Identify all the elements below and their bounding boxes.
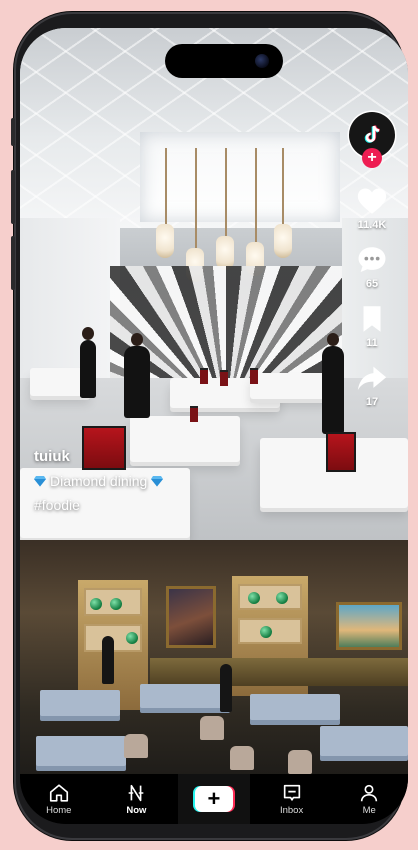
menu-card [190,406,198,422]
hashtag-link[interactable]: #foodie [34,497,163,513]
menu-card [220,370,228,386]
create-button[interactable]: + [192,786,235,812]
dining-table [250,373,330,399]
share-button[interactable]: 17 [355,361,389,408]
heart-icon [357,188,387,214]
like-count: 11.4K [357,219,387,231]
chandelier-wire [225,148,227,248]
comment-bubble-icon [358,247,386,273]
nav-now[interactable]: Now [98,782,176,816]
comment-count: 65 [365,278,379,290]
save-button[interactable]: 11 [355,302,389,349]
dining-table [250,694,340,720]
like-button[interactable]: 11.4K [355,184,389,231]
nav-now-label: Now [126,805,147,816]
comment-button[interactable]: 65 [355,243,389,290]
chandelier-wire [255,148,257,253]
share-count: 17 [365,396,379,408]
landscape-painting [336,602,402,650]
tiktok-note-icon [364,125,381,143]
inbox-icon [283,784,300,801]
front-camera [255,54,269,68]
green-vase [90,598,102,610]
home-icon [49,784,68,802]
waiter-head [327,333,339,346]
phone-screen: + 11.4K 65 11 17 tuiuk Diamond dining #f… [20,28,408,824]
waiter-head [82,327,94,340]
menu-card [200,368,208,384]
creator-username[interactable]: tuiuk [34,448,163,465]
nav-inbox[interactable]: Inbox [253,782,331,816]
green-vase [276,592,288,604]
video-caption: tuiuk Diamond dining #foodie [34,448,164,513]
dynamic-island [165,44,283,78]
diamond-icon [34,476,46,487]
creator-avatar[interactable]: + [349,112,395,168]
banquette-seating [150,658,408,686]
video-description: Diamond dining [34,473,164,489]
dining-chair [200,716,224,740]
dining-chair [230,746,254,770]
chandelier-bulb [274,224,292,258]
waiter-figure [322,333,344,434]
plus-icon: + [194,786,233,812]
dining-table [140,684,230,708]
diamond-icon [151,476,164,487]
video-frame-gold-dining-room[interactable] [20,540,408,782]
green-vase [126,632,138,644]
waiter-figure [102,636,114,684]
create-button-area: + [177,774,250,824]
save-count: 11 [366,337,378,349]
share-arrow-icon [357,366,387,391]
nav-me[interactable]: Me [330,782,408,816]
dining-table [40,690,120,716]
green-vase [110,598,122,610]
chandelier-bulb [216,236,234,270]
bookmark-icon [363,306,381,332]
chandelier-bulb [156,224,174,258]
now-icon [129,784,144,802]
dining-table [320,726,408,756]
action-rail: + 11.4K 65 11 17 [344,112,400,420]
waiter-figure [220,664,232,712]
dining-chair [124,734,148,758]
description-text: Diamond dining [50,473,148,489]
green-vase [248,592,260,604]
skylight-graphic [140,132,340,222]
profile-icon [361,784,378,802]
follow-button[interactable]: + [362,148,382,168]
nav-inbox-label: Inbox [279,805,304,816]
waiter-head [131,333,143,346]
bottom-navigation: Home Now + Inbox Me [20,774,408,824]
portrait-painting [166,586,216,648]
menu-card [250,368,258,384]
waiter-figure [124,333,150,418]
green-vase [260,626,272,638]
red-menu-box [326,432,356,472]
nav-me-label: Me [362,805,376,816]
phone-action-button [11,118,15,146]
nav-create-cell: + [175,774,253,824]
phone-volume-down-button [11,236,15,290]
dining-chair [288,750,312,774]
nav-home[interactable]: Home [20,782,98,816]
phone-volume-up-button [11,170,15,224]
chandelier-wire [195,148,197,258]
nav-home-label: Home [46,805,72,816]
dining-table [36,736,126,766]
waiter-figure [80,327,96,398]
